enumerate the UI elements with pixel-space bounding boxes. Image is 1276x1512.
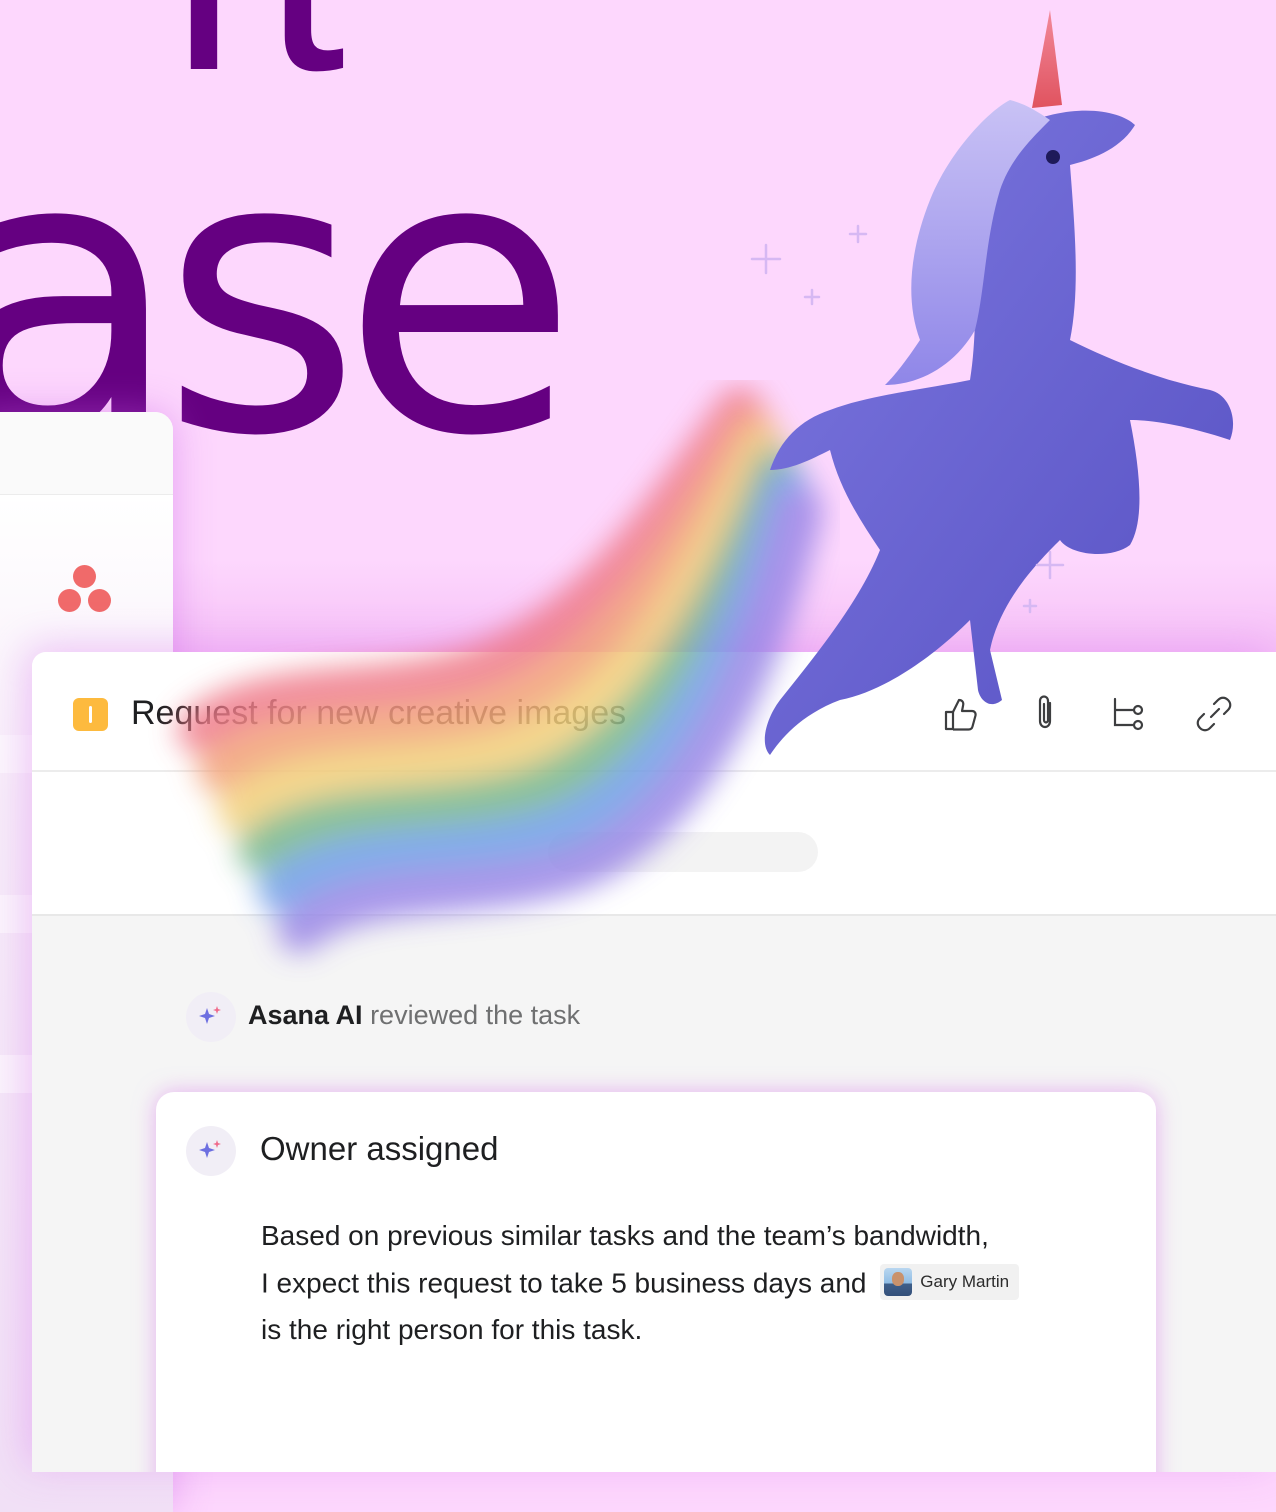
milestone-icon[interactable] (73, 698, 108, 731)
owner-assigned-card: Owner assigned Based on previous similar… (156, 1092, 1156, 1472)
owner-card-title: Owner assigned (260, 1130, 499, 1167)
owner-card-line-2-text: I expect this request to take 5 business… (261, 1267, 867, 1299)
avatar (884, 1267, 913, 1296)
activity-line: Asana AI reviewed the task (248, 1000, 580, 1031)
activity-actor[interactable]: Asana AI (248, 1000, 363, 1030)
mention-name: Gary Martin (920, 1272, 1010, 1291)
ai-sparkle-icon (186, 1126, 236, 1176)
unicorn-illustration (750, 10, 1234, 755)
user-mention-chip[interactable]: Gary Martin (880, 1264, 1020, 1300)
asana-logo-icon[interactable] (58, 565, 112, 615)
activity-action: reviewed the task (370, 1000, 581, 1030)
owner-card-line-3: is the right person for this task. (261, 1314, 643, 1345)
owner-card-line-2: I expect this request to take 5 business… (261, 1264, 1020, 1303)
owner-card-line-1: Based on previous similar tasks and the … (261, 1220, 989, 1251)
